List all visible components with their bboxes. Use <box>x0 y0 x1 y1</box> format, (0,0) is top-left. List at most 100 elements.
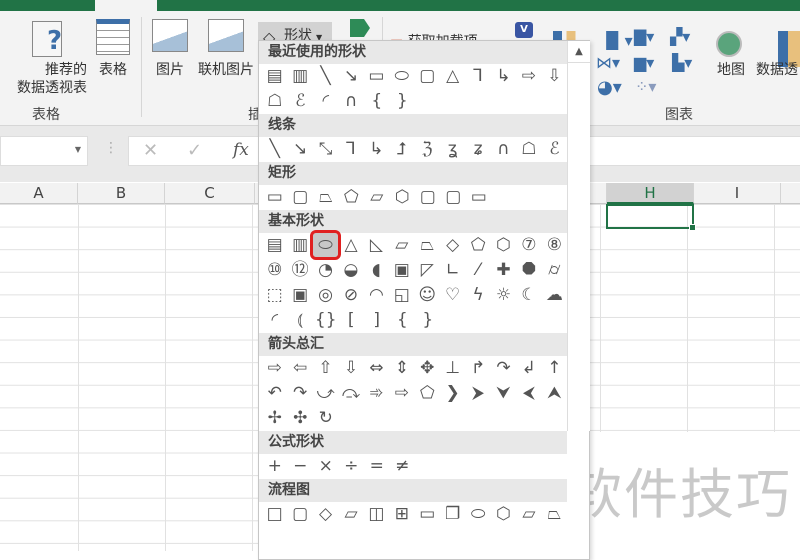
hexagon-shape-icon[interactable]: ⬡ <box>491 233 516 257</box>
waterfall-chart-icon[interactable]: ▞▾ <box>670 27 690 46</box>
process-shape-icon[interactable]: □ <box>262 502 287 526</box>
striped-shape-icon[interactable]: ➾ <box>364 381 389 405</box>
snip1-shape-icon[interactable]: ⏢ <box>313 185 339 209</box>
bent-arrow-shape-icon[interactable]: ↱ <box>465 356 490 380</box>
curve-arrow-shape-icon[interactable]: ʓ <box>440 137 465 161</box>
smartart-icon[interactable] <box>350 19 370 37</box>
oval-shape-icon[interactable]: ⬭ <box>389 64 414 88</box>
cloud-shape-icon[interactable]: ☁ <box>542 283 567 307</box>
chord-shape-icon[interactable]: ◒ <box>338 258 363 282</box>
arc-shape-icon[interactable]: ◜ <box>313 89 339 113</box>
quad-arrow-shape-icon[interactable]: ✥ <box>415 356 440 380</box>
vtextbox-shape-icon[interactable]: ▥ <box>287 64 312 88</box>
leftbracket-shape-icon[interactable]: [ <box>339 308 365 332</box>
arrow-shape-icon[interactable]: ↘ <box>287 137 312 161</box>
column-header-h[interactable]: H <box>607 183 694 204</box>
scroll-up-icon[interactable]: ▲ <box>568 41 590 63</box>
brace-left-shape-icon[interactable]: { <box>364 89 390 113</box>
donut-shape-icon[interactable]: ◎ <box>313 283 338 307</box>
halfframe-shape-icon[interactable]: ◸ <box>415 258 440 282</box>
dodecagon-shape-icon[interactable]: ⑫ <box>287 258 312 282</box>
rnd2-shape-icon[interactable]: ▢ <box>441 185 467 209</box>
smiley-shape-icon[interactable]: ☺ <box>415 283 440 307</box>
right-arrow-shape-icon[interactable]: ⇨ <box>262 356 287 380</box>
recommended-pivot-button[interactable]: 推荐的 数据透视表 <box>0 61 95 97</box>
column-header-a[interactable]: A <box>0 183 78 204</box>
uturn-shape-icon[interactable]: ↷ <box>491 356 516 380</box>
freeform-shape-icon[interactable]: ☖ <box>516 137 541 161</box>
decision-shape-icon[interactable]: ◇ <box>313 502 338 526</box>
curve-shape-icon[interactable]: ∩ <box>491 137 516 161</box>
bentup-shape-icon[interactable]: ↑ <box>542 356 567 380</box>
right-arrow-shape-icon[interactable]: ⇨ <box>516 64 541 88</box>
bracepair-shape-icon[interactable]: {} <box>313 308 339 332</box>
curved-r-shape-icon[interactable]: ↶ <box>262 381 287 405</box>
fx-icon[interactable]: fx <box>233 140 249 160</box>
callout-d-shape-icon[interactable]: ⮟ <box>491 381 516 405</box>
scatter-chart-icon[interactable]: ⁘▾ <box>635 77 656 96</box>
down-arrow-shape-icon[interactable]: ⇩ <box>542 64 567 88</box>
notched-shape-icon[interactable]: ⇨ <box>389 381 414 405</box>
pentagon-arrow-shape-icon[interactable]: ⬠ <box>415 381 440 405</box>
elbow-shape-icon[interactable]: ⅂ <box>338 137 363 161</box>
sun-shape-icon[interactable]: ☼ <box>491 283 516 307</box>
manualinput-shape-icon[interactable]: ⏥ <box>516 502 541 526</box>
roundrect-shape-icon[interactable]: ▢ <box>288 185 314 209</box>
sniprnd-shape-icon[interactable]: ⬡ <box>390 185 416 209</box>
pentagon-shape-icon[interactable]: ⬠ <box>465 233 490 257</box>
moon-shape-icon[interactable]: ☾ <box>516 283 541 307</box>
cube-shape-icon[interactable]: ⬚ <box>262 283 287 307</box>
column-header-next[interactable] <box>781 183 800 204</box>
trapezoid-shape-icon[interactable]: ⏢ <box>415 233 440 257</box>
snip2-shape-icon[interactable]: ⬠ <box>339 185 365 209</box>
manualop-shape-icon[interactable]: ⏢ <box>542 502 567 526</box>
chevron-down-icon[interactable]: ▼ <box>75 145 81 154</box>
rect-shape-icon[interactable]: ▭ <box>262 185 288 209</box>
curve-double-shape-icon[interactable]: ʑ <box>465 137 490 161</box>
curved-d-shape-icon[interactable]: ⤼ <box>338 381 363 405</box>
teardrop-shape-icon[interactable]: ◖ <box>364 258 389 282</box>
curve-shape-icon[interactable]: ∩ <box>339 89 365 113</box>
snipdiag-shape-icon[interactable]: ▱ <box>364 185 390 209</box>
internal-shape-icon[interactable]: ⊞ <box>389 502 414 526</box>
callout-lr-shape-icon[interactable]: ✢ <box>262 406 288 430</box>
callout-quad-shape-icon[interactable]: ✣ <box>288 406 314 430</box>
map-button[interactable]: 地图 <box>710 61 752 79</box>
elbow-arrow-shape-icon[interactable]: ↳ <box>364 137 389 161</box>
column-header-b[interactable]: B <box>78 183 165 204</box>
pivot-chart-button[interactable]: 数据透 <box>756 61 800 79</box>
pie-shape-icon[interactable]: ◔ <box>313 258 338 282</box>
double-arrow-shape-icon[interactable]: ⤡ <box>313 137 338 161</box>
textbox-shape-icon[interactable]: ▤ <box>262 64 287 88</box>
callout-l-shape-icon[interactable]: ⮜ <box>516 381 541 405</box>
lshape-shape-icon[interactable]: ∟ <box>440 258 465 282</box>
curve-c-shape-icon[interactable]: ℨ <box>415 137 440 161</box>
combo-chart-icon[interactable]: ▙▾ <box>672 53 692 72</box>
rtriangle-shape-icon[interactable]: ◺ <box>364 233 389 257</box>
scrollbar[interactable]: ▲ <box>567 41 590 431</box>
lightning-shape-icon[interactable]: ϟ <box>465 283 490 307</box>
curved-l-shape-icon[interactable]: ↷ <box>287 381 312 405</box>
ud-arrow-shape-icon[interactable]: ⇕ <box>389 356 414 380</box>
circular-shape-icon[interactable]: ↻ <box>313 406 339 430</box>
freeform-shape-icon[interactable]: ☖ <box>262 89 288 113</box>
line-chart-icon[interactable]: ⋈▾ <box>596 53 620 72</box>
cross-shape-icon[interactable]: ✚ <box>491 258 516 282</box>
textbox-shape-icon[interactable]: ▤ <box>262 233 287 257</box>
column-header-c[interactable]: C <box>165 183 255 204</box>
table-button[interactable]: 表格 <box>90 61 136 79</box>
arc-shape-icon[interactable]: ◜ <box>262 308 288 332</box>
line-shape-icon[interactable]: ╲ <box>262 137 287 161</box>
chevron-shape-icon[interactable]: ❯ <box>440 381 465 405</box>
heart-shape-icon[interactable]: ♡ <box>440 283 465 307</box>
multiply-shape-icon[interactable]: × <box>313 454 339 478</box>
triangle-shape-icon[interactable]: △ <box>440 64 465 88</box>
scribble-shape-icon[interactable]: ℰ <box>288 89 314 113</box>
column-chart-icon[interactable]: ▐▌▾ <box>600 31 633 50</box>
selected-cell-h1[interactable] <box>606 204 696 231</box>
preparation-shape-icon[interactable]: ⬡ <box>491 502 516 526</box>
curved-u-shape-icon[interactable]: ⤻ <box>313 381 338 405</box>
pie-chart-icon[interactable]: ◕▾ <box>597 77 622 98</box>
data-shape-icon[interactable]: ▱ <box>338 502 363 526</box>
octagon-shape-icon[interactable]: ⑧ <box>542 233 567 257</box>
